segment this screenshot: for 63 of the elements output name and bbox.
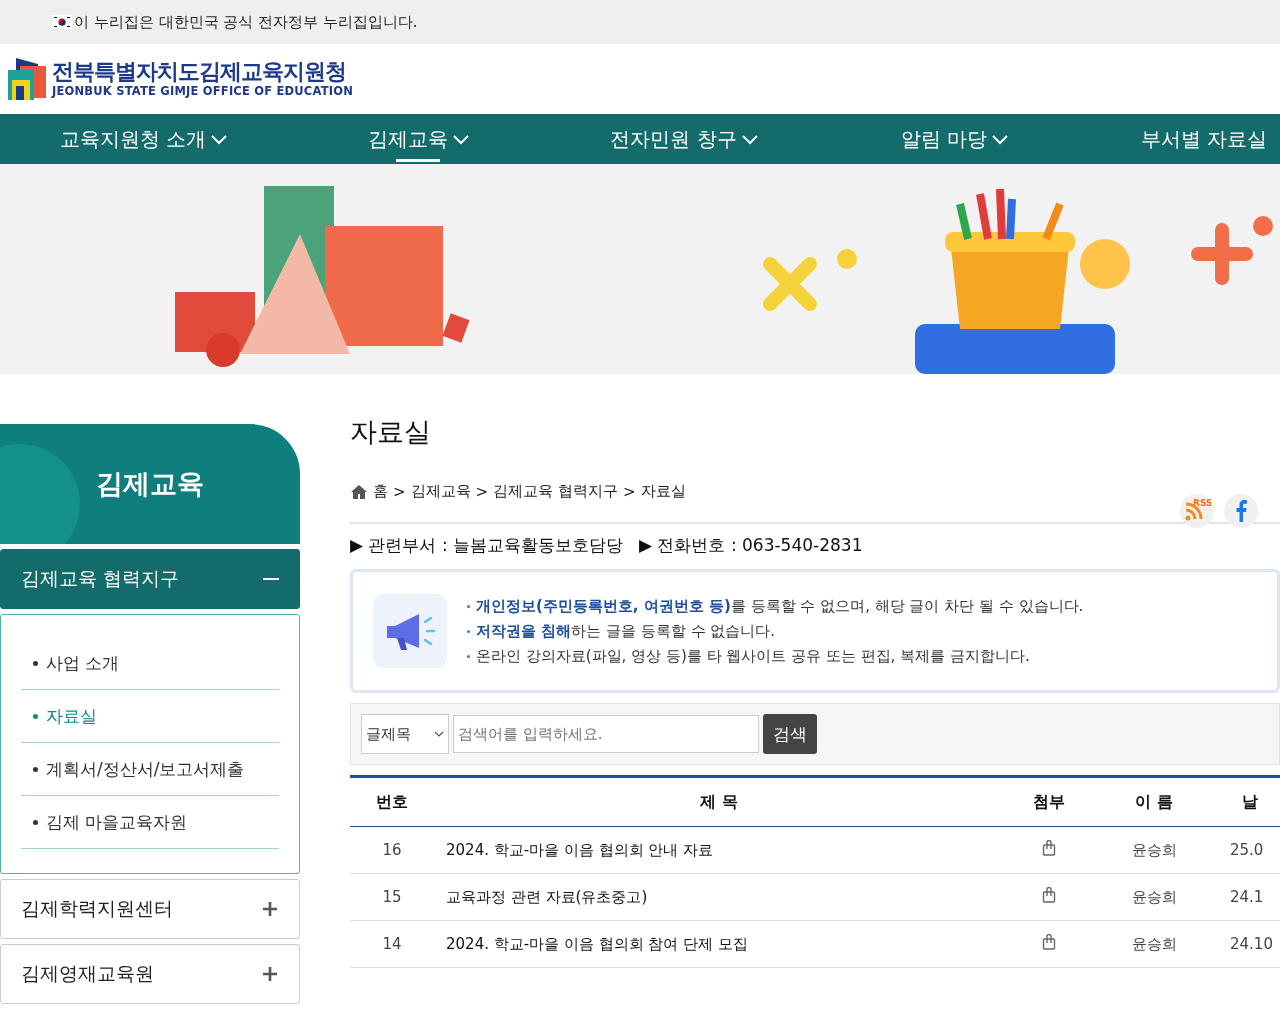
submenu-item[interactable]: 자료실 [21, 690, 279, 743]
department-info-text: ▶ 전화번호 : 063-540-2831 [639, 534, 863, 557]
home-icon [350, 483, 368, 500]
nav-menu-item[interactable]: 알림 마당 [900, 114, 1010, 164]
author-name: 윤승희 [1094, 873, 1214, 921]
post-date: 24.10 [1214, 920, 1280, 968]
facebook-button[interactable] [1224, 494, 1258, 528]
column-header: 이 름 [1094, 776, 1214, 827]
logo-subtitle: JEONBUK STATE GIMJE OFFICE OF EDUCATION [52, 85, 353, 98]
column-header: 날 [1214, 776, 1280, 827]
column-header: 제 목 [434, 776, 1004, 827]
breadcrumb-link[interactable]: 김제교육 협력지구 [493, 482, 618, 501]
attachment-file-icon[interactable] [1042, 887, 1056, 903]
nav-menu-item[interactable]: 교육지원청 소개 [60, 114, 229, 164]
caret-down-icon [434, 731, 444, 737]
sidebar-group-item[interactable]: 김제영재교육원 [0, 944, 300, 1004]
post-title-link[interactable]: 교육과정 관련 자료(유초중고) [446, 887, 648, 906]
post-date: 25.0 [1214, 826, 1280, 874]
department-info-text: ▶ 관련부서 : 늘봄교육활동보호담당 [350, 534, 623, 557]
post-title-link[interactable]: 2024. 학교-마을 이음 협의회 참여 단제 모집 [446, 934, 748, 953]
notice-text: 온라인 강의자료(파일, 영상 등)를 타 웹사이트 공유 또는 편집, 복제를 금지합니다. [476, 646, 1030, 666]
sidebar-group-item[interactable]: 김제교육 협력지구 [0, 549, 300, 609]
breadcrumb-link[interactable]: 홈 [373, 482, 388, 501]
author-name: 윤승희 [1094, 920, 1214, 968]
breadcrumb-link[interactable]: 자료실 [640, 482, 686, 501]
breadcrumb-link[interactable]: 김제교육 [410, 482, 471, 501]
logo-title[interactable]: 전북특별자치도김제교육지원청 [52, 60, 353, 83]
notice-text: 저작권을 침해하는 글을 등록할 수 없습니다. [476, 621, 776, 641]
breadcrumb-separator: > [475, 482, 489, 501]
submenu-item[interactable]: 계획서/정산서/보고서제출 [21, 743, 279, 796]
page-title: 자료실 [350, 415, 432, 448]
nav-menu-item[interactable]: 전자민원 창구 [610, 114, 759, 164]
logo-icon [8, 58, 46, 100]
search-button[interactable]: 검색 [763, 714, 817, 754]
breadcrumb-separator: > [622, 482, 636, 501]
search-input-field[interactable]: 검색어를 입력하세요. [453, 715, 759, 753]
breadcrumb-separator: > [393, 482, 406, 501]
attachment-file-icon[interactable] [1042, 840, 1056, 856]
attachment-file-icon[interactable] [1042, 934, 1056, 950]
sidebar-group-item[interactable]: 김제학력지원센터 [0, 879, 300, 939]
gov-notice-text: 이 누리집은 대한민국 공식 전자정부 누리집입니다. [74, 12, 418, 32]
post-number: 14 [350, 920, 434, 968]
column-header: 번호 [350, 776, 434, 827]
sidebar-title: 김제교육 [96, 467, 204, 501]
post-date: 24.1 [1214, 873, 1280, 921]
chevron-down-icon [991, 133, 1010, 145]
post-number: 16 [350, 826, 434, 874]
chevron-down-icon [452, 133, 471, 145]
nav-menu-item[interactable]: 김제교육 [368, 114, 471, 164]
notice-text: 개인정보(주민등록번호, 여권번호 등)를 등록할 수 없으며, 해당 글이 차단 될 수 있습니다. [476, 596, 1084, 616]
megaphone-icon [373, 594, 447, 668]
nav-menu-item[interactable]: 부서별 자료실 [1141, 114, 1268, 164]
author-name: 윤승희 [1094, 826, 1214, 874]
flag-icon [52, 15, 72, 29]
search-category-select[interactable]: 글제목 [361, 714, 449, 754]
chevron-down-icon [740, 133, 759, 145]
facebook-icon [1234, 500, 1248, 522]
post-title-link[interactable]: 2024. 학교-마을 이음 협의회 안내 자료 [446, 840, 714, 859]
column-header: 첨부 [1004, 776, 1094, 827]
chevron-down-icon [210, 133, 229, 145]
post-number: 15 [350, 873, 434, 921]
submenu-item[interactable]: 김제 마을교육자원 [21, 796, 279, 849]
submenu-item[interactable]: 사업 소개 [21, 637, 279, 690]
